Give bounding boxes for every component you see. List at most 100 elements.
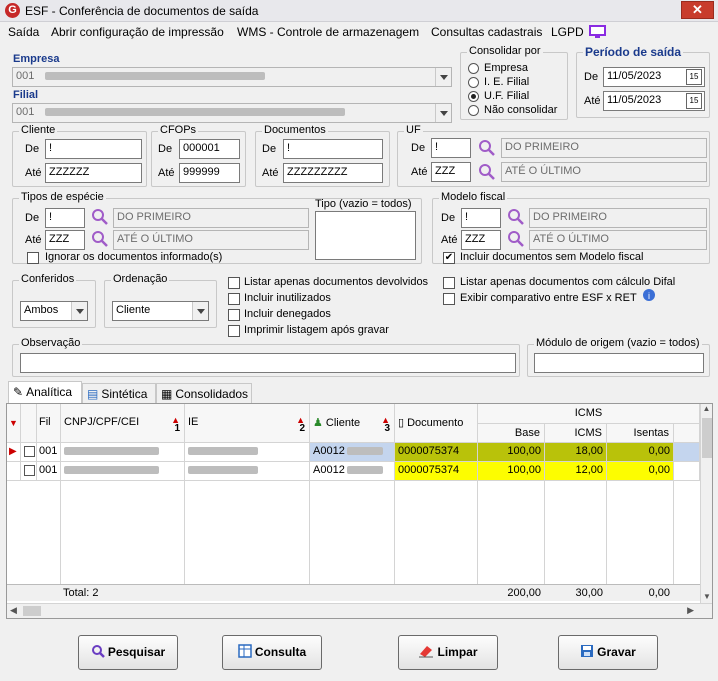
- cfops-de-input[interactable]: 000001: [179, 139, 240, 159]
- close-button[interactable]: ✕: [681, 1, 714, 19]
- search-icon[interactable]: [90, 207, 110, 227]
- chevron-down-icon[interactable]: [71, 302, 87, 320]
- consulta-button[interactable]: Consulta: [222, 635, 322, 670]
- modelo-ate-input[interactable]: ZZZ: [461, 230, 501, 250]
- col-icms[interactable]: ICMS: [545, 424, 607, 443]
- cfops-ate-input[interactable]: 999999: [179, 163, 240, 183]
- chevron-down-icon[interactable]: [435, 104, 451, 122]
- modelo-de-input[interactable]: !: [461, 208, 501, 228]
- info-icon[interactable]: i: [641, 288, 657, 304]
- menu-consultas[interactable]: Consultas cadastrais: [431, 25, 542, 39]
- menu-abrir-config[interactable]: Abrir configuração de impressão: [51, 25, 224, 39]
- imprimir-checkbox[interactable]: [228, 325, 240, 337]
- cell-fil: 001: [37, 443, 61, 462]
- tab-consolidados[interactable]: ▦ Consolidados: [156, 383, 252, 403]
- cell-extra: [674, 462, 700, 481]
- calendar-icon[interactable]: 15: [686, 93, 702, 109]
- search-icon[interactable]: [506, 229, 526, 249]
- ordenacao-caption: Ordenação: [111, 273, 170, 285]
- scroll-left-icon[interactable]: ◀: [10, 605, 17, 616]
- cell-documento: 0000075374: [395, 462, 478, 481]
- incluir-sem-modelo-checkbox[interactable]: ✔: [443, 252, 455, 264]
- cell-cliente: A0012: [310, 443, 395, 462]
- scroll-thumb[interactable]: [702, 418, 712, 458]
- empresa-select[interactable]: 001: [12, 67, 452, 87]
- menu-saida[interactable]: Saída: [8, 25, 39, 39]
- total-count: Total: 2: [63, 587, 99, 599]
- ignorar-label: Ignorar os documentos informado(s): [45, 251, 223, 263]
- modulo-input[interactable]: [534, 353, 704, 373]
- col-fil[interactable]: Fil: [37, 404, 61, 443]
- grid-empty-area: [7, 481, 700, 584]
- especie-de-input[interactable]: !: [45, 208, 85, 228]
- search-icon[interactable]: [506, 207, 526, 227]
- conferidos-caption: Conferidos: [19, 273, 77, 285]
- col-extra: [674, 424, 700, 443]
- tab-analitica[interactable]: ✎ Analítica: [8, 381, 82, 403]
- comparativo-checkbox[interactable]: [443, 293, 455, 305]
- col-base[interactable]: Base: [478, 424, 545, 443]
- documentos-de-input[interactable]: !: [283, 139, 383, 159]
- devolvidos-checkbox[interactable]: [228, 277, 240, 289]
- de-label: De: [25, 143, 40, 155]
- cell-isentas: 0,00: [607, 443, 674, 462]
- especie-ate-desc: ATÉ O ÚLTIMO: [113, 230, 309, 250]
- row-checkbox[interactable]: [21, 443, 37, 462]
- calendar-icon[interactable]: 15: [686, 69, 702, 85]
- ordenacao-select[interactable]: Cliente: [112, 301, 209, 321]
- filial-select[interactable]: 001: [12, 103, 452, 123]
- ate-label: Até: [441, 234, 458, 246]
- col-documento[interactable]: ▯ Documento: [395, 404, 478, 443]
- radio-empresa[interactable]: [468, 63, 479, 74]
- chevron-down-icon[interactable]: [435, 68, 451, 86]
- gravar-button[interactable]: Gravar: [558, 635, 658, 670]
- uf-de-input[interactable]: !: [431, 138, 471, 158]
- inutilizados-checkbox[interactable]: [228, 293, 240, 305]
- row-checkbox[interactable]: [21, 462, 37, 481]
- denegados-label: Incluir denegados: [244, 308, 331, 320]
- tab-sintetica[interactable]: ▤ Sintética: [82, 383, 156, 403]
- table-icon: ▦: [161, 387, 173, 401]
- radio-uf-filial[interactable]: [468, 91, 479, 102]
- chevron-down-icon[interactable]: [192, 302, 208, 320]
- menu-lgpd[interactable]: LGPD: [551, 25, 584, 39]
- especie-ate-input[interactable]: ZZZ: [45, 230, 85, 250]
- documentos-ate-input[interactable]: ZZZZZZZZZ: [283, 163, 383, 183]
- tipo-label: Tipo (vazio = todos): [315, 198, 412, 210]
- search-icon[interactable]: [90, 229, 110, 249]
- tipo-textarea[interactable]: [315, 211, 416, 260]
- conferidos-select[interactable]: Ambos: [20, 301, 88, 321]
- scroll-right-icon[interactable]: ▶: [687, 605, 694, 616]
- row-indicator-header: ▼: [7, 404, 21, 443]
- horizontal-scrollbar[interactable]: ◀ ▶: [7, 603, 712, 618]
- col-cnpj[interactable]: CNPJ/CPF/CEI ▲ 1: [61, 404, 185, 443]
- cliente-de-input[interactable]: !: [45, 139, 142, 159]
- de-label: De: [158, 143, 173, 155]
- grid-icon: [238, 644, 252, 658]
- denegados-checkbox[interactable]: [228, 309, 240, 321]
- ignorar-checkbox[interactable]: [27, 252, 39, 264]
- menu-wms[interactable]: WMS - Controle de armazenagem: [237, 25, 419, 39]
- observacao-input[interactable]: [20, 353, 516, 373]
- radio-nao-consolidar[interactable]: [468, 105, 479, 116]
- radio-ie-filial-label: I. E. Filial: [484, 76, 530, 88]
- modulo-caption: Módulo de origem (vazio = todos): [534, 337, 702, 349]
- col-cliente[interactable]: ♟ Cliente ▲ 3: [310, 404, 395, 443]
- vertical-scrollbar[interactable]: ▲ ▼: [700, 404, 712, 603]
- periodo-ate-label: Até: [584, 95, 601, 107]
- radio-ie-filial[interactable]: [468, 77, 479, 88]
- comparativo-label: Exibir comparativo entre ESF x RET: [460, 292, 637, 304]
- col-ie[interactable]: IE ▲ 2: [185, 404, 310, 443]
- difal-checkbox[interactable]: [443, 277, 455, 289]
- cliente-ate-input[interactable]: ZZZZZZ: [45, 163, 142, 183]
- monitor-icon[interactable]: [589, 25, 606, 39]
- uf-ate-input[interactable]: ZZZ: [431, 162, 471, 182]
- cell-cnpj: [61, 462, 185, 481]
- pesquisar-button[interactable]: Pesquisar: [78, 635, 178, 670]
- limpar-button[interactable]: Limpar: [398, 635, 498, 670]
- search-icon[interactable]: [477, 162, 497, 182]
- scroll-thumb[interactable]: [23, 606, 41, 616]
- search-icon[interactable]: [477, 138, 497, 158]
- col-isentas[interactable]: Isentas: [607, 424, 674, 443]
- ate-label: Até: [25, 167, 42, 179]
